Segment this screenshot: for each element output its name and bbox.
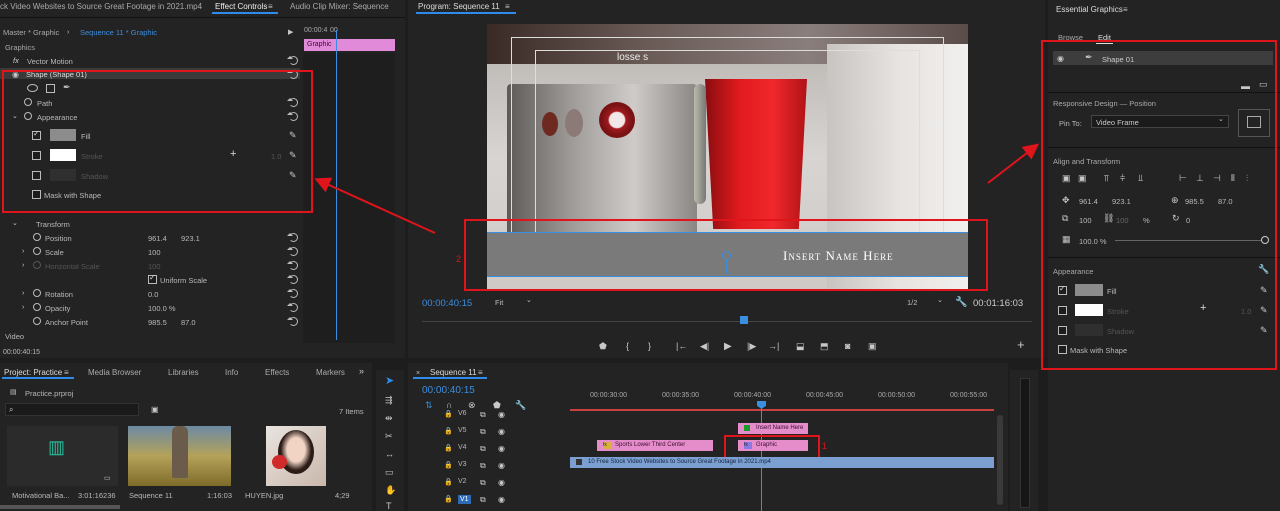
annotation-arrows bbox=[314, 143, 1040, 234]
arrow-to-effect-controls bbox=[314, 177, 436, 234]
arrow-to-essential-graphics bbox=[987, 143, 1040, 184]
